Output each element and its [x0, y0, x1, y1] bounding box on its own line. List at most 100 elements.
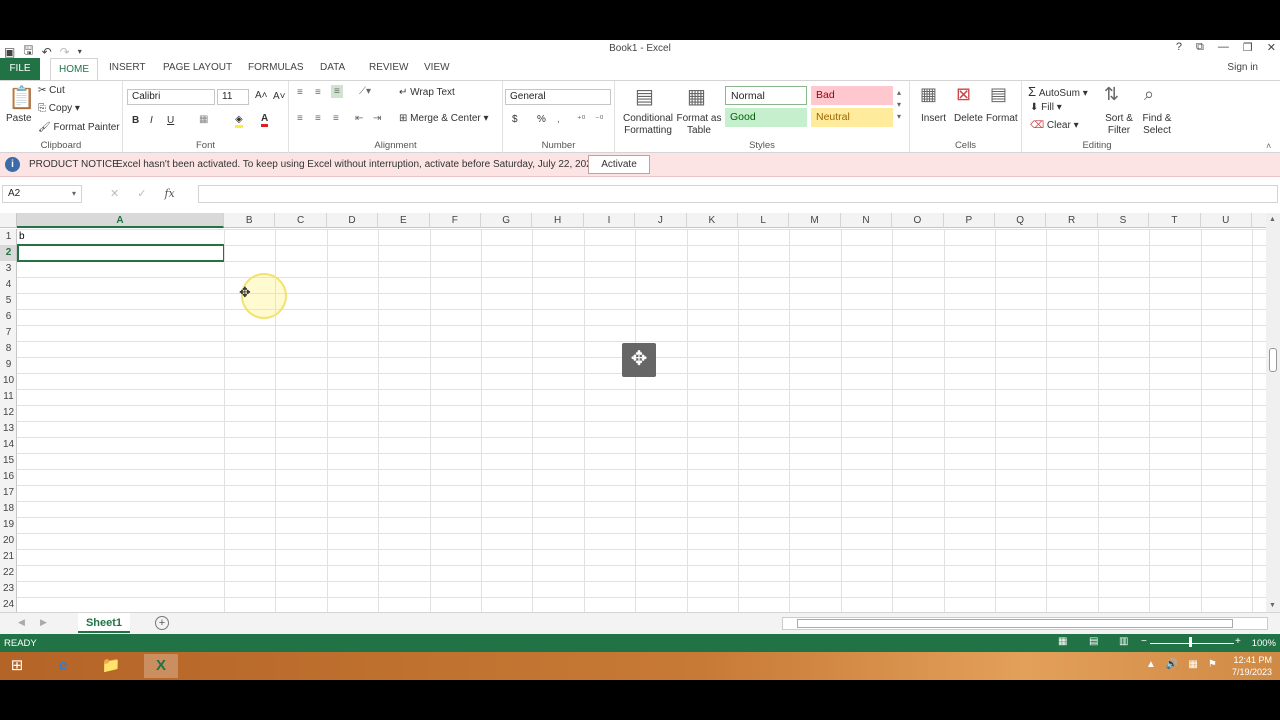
select-all-corner[interactable] [0, 213, 17, 228]
format-as-table-button[interactable]: Format as Table [675, 113, 723, 137]
column-header[interactable]: B [224, 213, 276, 228]
row-header[interactable]: 19 [0, 517, 16, 533]
excel-taskbar-icon[interactable]: X [144, 654, 178, 678]
percent-button[interactable]: % [537, 114, 546, 125]
sheet-tab-sheet1[interactable]: Sheet1 [78, 613, 130, 633]
vertical-scrollbar[interactable]: ▲ ▼ [1266, 213, 1280, 613]
align-left-icon[interactable]: ≡ [297, 113, 303, 124]
merge-center-button[interactable]: Merge & Center [410, 113, 481, 124]
orientation-icon[interactable]: ⟋▾ [359, 86, 371, 97]
column-header[interactable]: L [738, 213, 790, 228]
fill-button[interactable]: Fill [1041, 102, 1054, 113]
scroll-down-icon[interactable]: ▼ [1269, 602, 1276, 609]
row-header[interactable]: 1 [0, 229, 16, 245]
row-header[interactable]: 6 [0, 309, 16, 325]
delete-cells-button[interactable]: Delete [954, 113, 983, 124]
sheet-next-icon[interactable]: ▶ [40, 617, 47, 628]
zoom-in-icon[interactable]: + [1235, 636, 1241, 647]
page-layout-view-icon[interactable]: ▤ [1089, 636, 1098, 647]
column-header[interactable]: P [944, 213, 995, 228]
font-color-icon[interactable]: A [261, 113, 269, 127]
comma-style-icon[interactable]: , [557, 114, 560, 125]
fill-color-icon[interactable]: ◈ [235, 114, 243, 128]
internet-explorer-icon[interactable]: e [46, 654, 80, 678]
cancel-icon[interactable]: ✕ [110, 187, 119, 200]
style-neutral[interactable]: Neutral [811, 108, 893, 127]
row-header[interactable]: 23 [0, 581, 16, 597]
column-header[interactable]: U [1201, 213, 1252, 228]
bold-button[interactable]: B [132, 115, 139, 126]
zoom-level[interactable]: 100% [1252, 638, 1276, 649]
insert-function-icon[interactable]: fx [164, 187, 174, 200]
column-header[interactable]: A [17, 213, 224, 228]
column-header[interactable]: E [378, 213, 430, 228]
row-header[interactable]: 8 [0, 341, 16, 357]
zoom-slider[interactable] [1150, 643, 1234, 644]
find-select-button[interactable]: Find & Select [1138, 113, 1176, 137]
column-header[interactable]: T [1149, 213, 1201, 228]
increase-decimal-icon[interactable]: ⁺⁰ [577, 114, 585, 125]
copy-button[interactable]: Copy [49, 103, 72, 114]
row-header[interactable]: 15 [0, 453, 16, 469]
tab-data[interactable]: DATA [320, 62, 345, 73]
tab-insert[interactable]: INSERT [109, 62, 146, 73]
volume-icon[interactable]: 🔊 [1166, 659, 1178, 670]
font-size-select[interactable]: 11 [217, 89, 249, 105]
file-explorer-icon[interactable]: 📁 [94, 654, 128, 678]
page-break-view-icon[interactable]: ▥ [1119, 636, 1128, 647]
cell-a1[interactable]: b [19, 231, 25, 242]
conditional-formatting-button[interactable]: Conditional Formatting [619, 113, 677, 137]
taskbar-clock[interactable]: 12:41 PM 7/19/2023 [1232, 654, 1272, 678]
column-header[interactable]: O [892, 213, 944, 228]
column-header[interactable]: R [1046, 213, 1098, 228]
column-header[interactable]: N [841, 213, 893, 228]
formula-input[interactable] [198, 185, 1278, 203]
enter-icon[interactable]: ✓ [137, 187, 146, 200]
column-header[interactable]: M [789, 213, 841, 228]
row-header[interactable]: 7 [0, 325, 16, 341]
decrease-decimal-icon[interactable]: ⁻⁰ [595, 114, 603, 125]
row-header[interactable]: 2 [0, 245, 16, 261]
column-header[interactable]: C [275, 213, 327, 228]
underline-button[interactable]: U [167, 115, 174, 126]
normal-view-icon[interactable]: ▦ [1058, 636, 1067, 647]
autosum-button[interactable]: AutoSum [1039, 88, 1080, 99]
decrease-font-icon[interactable]: A˅ [273, 91, 286, 102]
tab-page-layout[interactable]: PAGE LAYOUT [163, 62, 232, 73]
name-box-dropdown-icon[interactable]: ▾ [72, 189, 76, 198]
column-header[interactable]: K [687, 213, 738, 228]
scroll-up-icon[interactable]: ▲ [1269, 216, 1276, 223]
collapse-ribbon-icon[interactable]: ˄ [1266, 141, 1271, 151]
tab-review[interactable]: REVIEW [369, 62, 408, 73]
row-header[interactable]: 21 [0, 549, 16, 565]
column-header[interactable]: J [635, 213, 687, 228]
add-sheet-icon[interactable]: + [155, 616, 169, 630]
column-header[interactable]: D [327, 213, 379, 228]
tab-formulas[interactable]: FORMULAS [248, 62, 304, 73]
align-right-icon[interactable]: ≡ [333, 113, 339, 124]
align-middle-icon[interactable]: ≡ [315, 87, 321, 98]
clear-button[interactable]: Clear [1047, 120, 1071, 131]
increase-indent-icon[interactable]: ⇥ [373, 113, 381, 124]
ribbon-display-icon[interactable]: ⧉ [1196, 41, 1204, 54]
zoom-slider-thumb[interactable] [1189, 637, 1192, 647]
network-icon[interactable]: ▦ [1188, 659, 1197, 670]
close-icon[interactable]: ✕ [1267, 41, 1276, 54]
help-icon[interactable]: ? [1176, 41, 1182, 54]
row-header[interactable]: 22 [0, 565, 16, 581]
styles-scroll-icon[interactable]: ▴ ▾ ▾ [897, 87, 901, 123]
sheet-prev-icon[interactable]: ◀ [18, 617, 25, 628]
italic-button[interactable]: I [150, 115, 153, 126]
row-header[interactable]: 11 [0, 389, 16, 405]
tray-arrow-icon[interactable]: ▲ [1146, 659, 1156, 670]
column-header[interactable]: S [1098, 213, 1150, 228]
tab-file[interactable]: FILE [0, 58, 40, 80]
style-bad[interactable]: Bad [811, 86, 893, 105]
column-header[interactable]: I [584, 213, 636, 228]
borders-icon[interactable]: ▦ [199, 114, 208, 125]
horizontal-scroll-thumb[interactable] [797, 619, 1233, 628]
number-format-select[interactable]: General [505, 89, 611, 105]
flag-icon[interactable]: ⚑ [1208, 659, 1217, 670]
minimize-icon[interactable]: — [1218, 41, 1229, 54]
align-top-icon[interactable]: ≡ [297, 87, 303, 98]
